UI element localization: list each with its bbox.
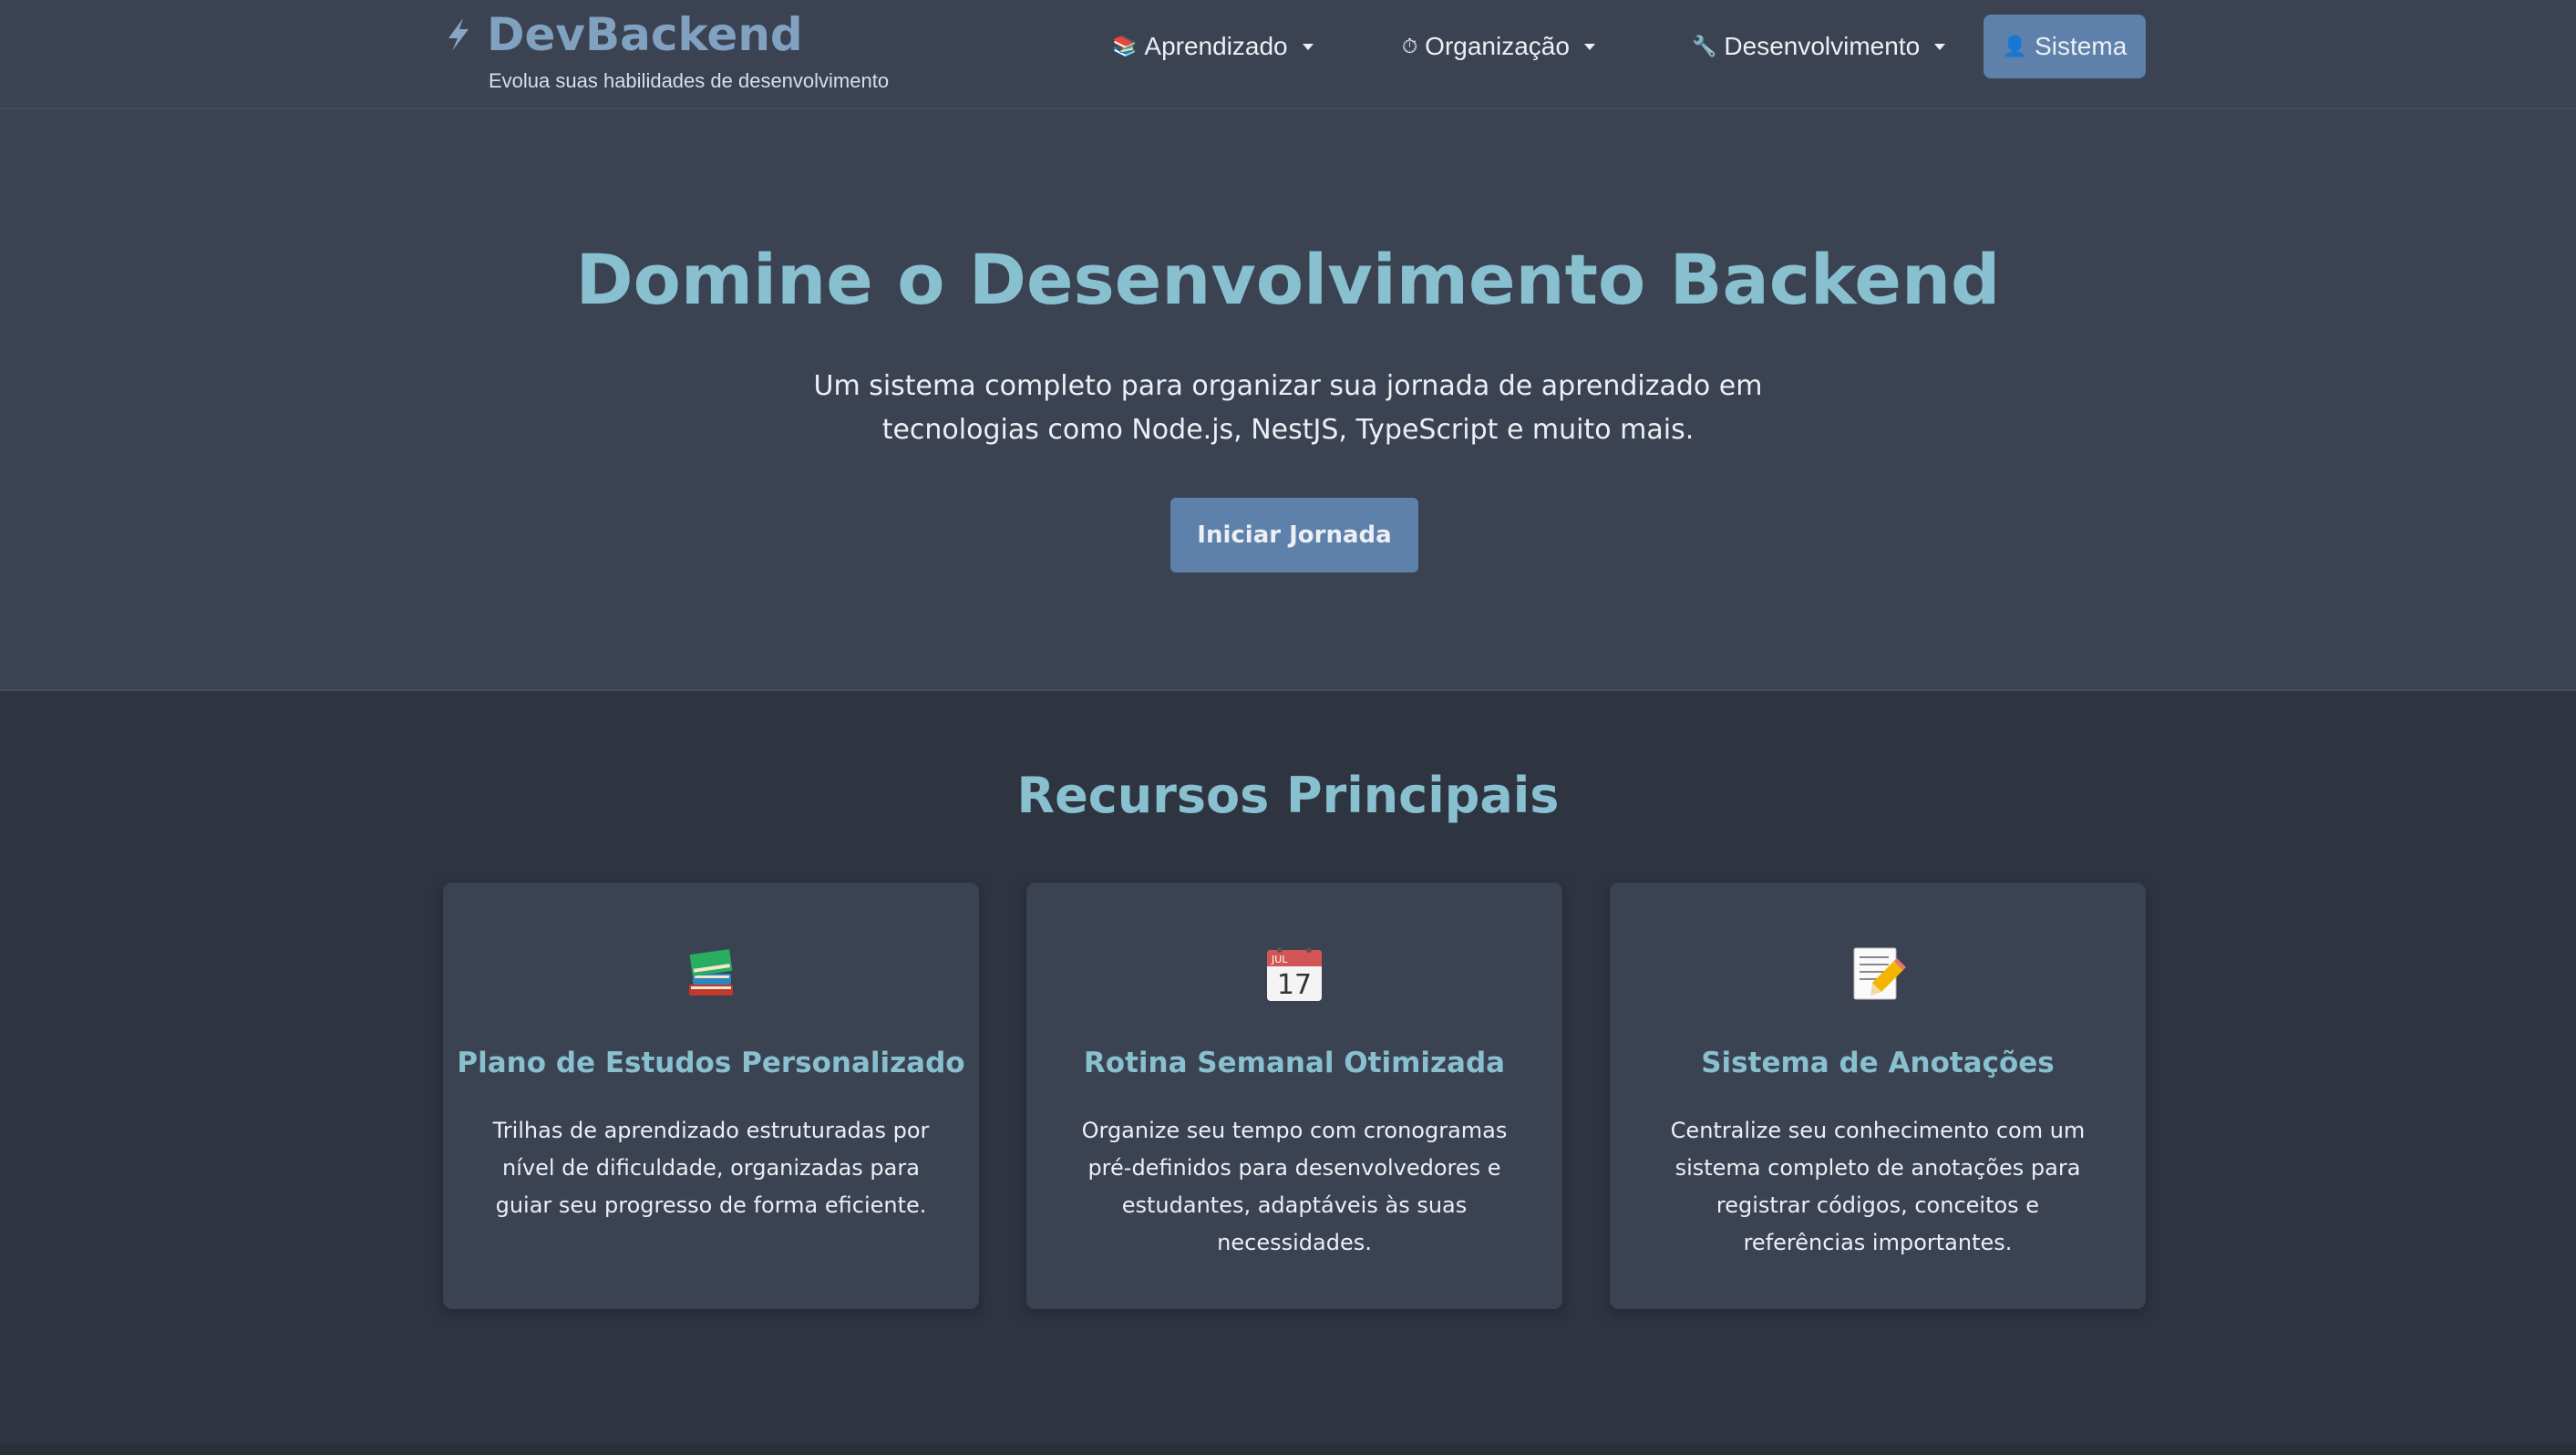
hero-section: Domine o Desenvolvimento Backend Um sist…: [0, 109, 2576, 691]
card-title: Sistema de Anotações: [1701, 1047, 2055, 1079]
card-title: Rotina Semanal Otimizada: [1083, 1047, 1506, 1079]
nav-sistema-label: Sistema: [2035, 32, 2128, 60]
memo-icon: [1853, 947, 1906, 1000]
books-icon: 📚: [1112, 35, 1138, 58]
feature-card-notes-system: Sistema de Anotações Centralize seu conh…: [1610, 882, 2146, 1309]
features-section: Recursos Principais Plano de Estudos Per…: [0, 691, 2576, 1444]
nav-organizacao-label: Organização: [1425, 32, 1570, 60]
nav-organizacao-dropdown[interactable]: ⏱ Organização: [1402, 15, 1595, 78]
nav-aprendizado-dropdown[interactable]: 📚 Aprendizado: [1112, 15, 1314, 78]
nav-aprendizado-label: Aprendizado: [1144, 32, 1288, 60]
features-title: Recursos Principais: [1016, 767, 1560, 824]
page-bottom-edge: [0, 1444, 2576, 1455]
feature-card-study-plan: Plano de Estudos Personalizado Trilhas d…: [443, 882, 979, 1309]
stopwatch-icon: ⏱: [1402, 35, 1418, 58]
top-header: DevBackend Evolua suas habilidades de de…: [0, 0, 2576, 109]
card-description: Trilhas de aprendizado estruturadas por …: [492, 1118, 930, 1218]
user-icon: 👤: [2002, 35, 2028, 58]
chevron-down-icon: [1302, 43, 1314, 50]
card-description: Centralize seu conhecimento com um siste…: [1670, 1118, 2086, 1255]
chevron-down-icon: [1583, 43, 1595, 50]
start-journey-button[interactable]: Iniciar Jornada: [1170, 498, 1418, 573]
feature-card-weekly-routine: JUL 17 Rotina Semanal Otimizada Organize…: [1026, 882, 1562, 1309]
nav-desenvolvimento-dropdown[interactable]: 🔧 Desenvolvimento: [1692, 15, 1946, 78]
books-icon: [689, 949, 733, 996]
calendar-day: 17: [1277, 969, 1312, 1001]
calendar-icon: JUL 17: [1267, 947, 1322, 1001]
hero-description: Um sistema completo para organizar sua j…: [813, 370, 1763, 446]
wrench-icon: 🔧: [1692, 35, 1717, 58]
chevron-down-icon: [1934, 43, 1946, 50]
hero-title: Domine o Desenvolvimento Backend: [575, 239, 2001, 320]
card-title: Plano de Estudos Personalizado: [457, 1047, 965, 1079]
calendar-month: JUL: [1271, 954, 1288, 965]
nav-sistema-button[interactable]: 👤 Sistema: [1984, 15, 2146, 78]
main-nav: 📚 Aprendizado ⏱ Organização 🔧 Desenvolvi…: [0, 15, 2576, 78]
card-description: Organize seu tempo com cronogramas pré-d…: [1081, 1118, 1508, 1255]
nav-desenvolvimento-label: Desenvolvimento: [1724, 32, 1921, 60]
